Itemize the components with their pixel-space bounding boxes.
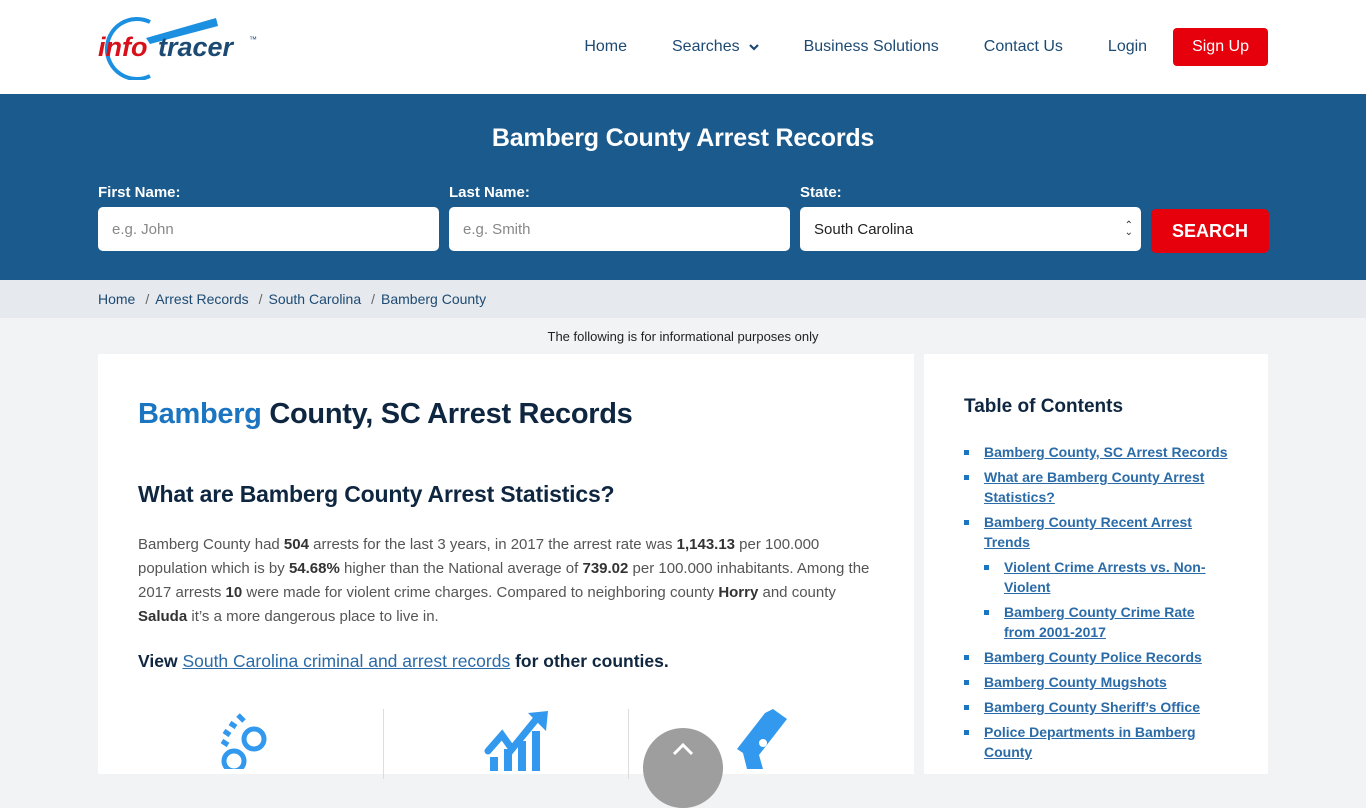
- title-county-accent: Bamberg: [138, 398, 262, 430]
- stats-paragraph: Bamberg County had 504 arrests for the l…: [138, 533, 874, 629]
- toc-link-sheriffs-office[interactable]: Bamberg County Sheriff’s Office: [984, 699, 1200, 715]
- breadcrumb-south-carolina[interactable]: South Carolina: [269, 291, 362, 307]
- view-other-counties: View South Carolina criminal and arrest …: [138, 651, 874, 672]
- toc-link-police-records[interactable]: Bamberg County Police Records: [984, 649, 1202, 665]
- stat-county-1: Horry: [718, 584, 759, 601]
- view-prefix: View: [138, 651, 183, 671]
- article-card: Bamberg County, SC Arrest Records What a…: [98, 354, 914, 779]
- infotracer-logo[interactable]: info tracer ™: [98, 14, 263, 81]
- nav-searches[interactable]: Searches: [672, 38, 759, 56]
- nav-login-label: Login: [1107, 38, 1148, 55]
- toc-item: Bamberg County Mugshots: [964, 672, 1228, 692]
- breadcrumb-separator: /: [258, 291, 263, 307]
- main-nav: Home Searches Business Solutions Contact…: [584, 28, 1268, 66]
- chevron-down-icon: [748, 44, 759, 51]
- handgun-icon: [737, 709, 788, 769]
- toc-link-recent-trends[interactable]: Bamberg County Recent Arrest Trends: [984, 514, 1192, 550]
- nav-contact-us[interactable]: Contact Us: [984, 38, 1063, 56]
- toc-link-arrest-records[interactable]: Bamberg County, SC Arrest Records: [984, 444, 1228, 460]
- trends-icon-col: [382, 709, 629, 779]
- search-form: First Name: Last Name: State: South Caro…: [98, 184, 1269, 253]
- toc-link-mugshots[interactable]: Bamberg County Mugshots: [984, 674, 1167, 690]
- state-selected-value: South Carolina: [814, 220, 914, 238]
- toc-link-police-departments[interactable]: Police Departments in Bamberg County: [984, 724, 1196, 760]
- search-hero: Bamberg County Arrest Records First Name…: [0, 94, 1366, 280]
- article-title: Bamberg County, SC Arrest Records: [138, 398, 874, 431]
- stat-icons-row: [138, 709, 874, 779]
- breadcrumb-bamberg-county[interactable]: Bamberg County: [381, 291, 486, 307]
- toc-subitem: Violent Crime Arrests vs. Non-Violent: [984, 557, 1228, 597]
- select-updown-icon: ⌃ ⌄: [1124, 220, 1133, 238]
- stats-text: Bamberg County had: [138, 536, 284, 553]
- first-name-group: First Name:: [98, 184, 439, 253]
- chevron-up-icon: [672, 742, 694, 756]
- nav-contact-label: Contact Us: [983, 38, 1063, 55]
- breadcrumb: Home / Arrest Records / South Carolina /…: [0, 280, 1366, 318]
- toc-item: Bamberg County, SC Arrest Records: [964, 442, 1228, 462]
- nav-home-label: Home: [584, 38, 627, 55]
- page-title: Bamberg County Arrest Records: [491, 124, 875, 152]
- info-notice: The following is for informational purpo…: [547, 329, 819, 344]
- nav-business-label: Business Solutions: [803, 38, 939, 55]
- stat-percent: 54.68%: [288, 560, 340, 577]
- toc-link-statistics[interactable]: What are Bamberg County Arrest Statistic…: [984, 469, 1204, 505]
- last-name-group: Last Name:: [449, 184, 790, 253]
- stats-heading: What are Bamberg County Arrest Statistic…: [138, 481, 615, 507]
- stats-text: it’s a more dangerous place to live in.: [187, 608, 439, 625]
- stats-text: arrests for the last 3 years, in 2017 th…: [308, 536, 677, 553]
- title-rest: County, SC Arrest Records: [261, 398, 633, 430]
- svg-text:™: ™: [249, 35, 257, 44]
- first-name-label: First Name:: [98, 184, 181, 201]
- logo-magnifier-icon: info tracer ™: [98, 17, 257, 81]
- svg-text:info: info: [98, 32, 147, 62]
- toc-subitem: Bamberg County Crime Rate from 2001-2017: [984, 602, 1228, 642]
- toc-link-violent-vs-nonviolent[interactable]: Violent Crime Arrests vs. Non-Violent: [1004, 559, 1206, 595]
- breadcrumb-arrest-records[interactable]: Arrest Records: [155, 291, 248, 307]
- nav-login[interactable]: Login: [1108, 38, 1147, 56]
- state-group: State: South Carolina ⌃ ⌄: [800, 184, 1141, 253]
- stats-text: and county: [758, 584, 836, 601]
- stat-rate: 1,143.13: [676, 536, 736, 553]
- nav-business-solutions[interactable]: Business Solutions: [804, 38, 939, 56]
- state-label: State:: [800, 184, 842, 201]
- first-name-input[interactable]: [98, 207, 439, 251]
- breadcrumb-separator: /: [371, 291, 376, 307]
- scroll-to-top-button[interactable]: [643, 728, 723, 808]
- stat-arrests: 504: [283, 536, 309, 553]
- nav-searches-label: Searches: [672, 38, 740, 55]
- signup-button[interactable]: Sign Up: [1173, 28, 1268, 66]
- stats-text: were made for violent crime charges. Com…: [242, 584, 719, 601]
- toc-item: Bamberg County Sheriff’s Office: [964, 697, 1228, 717]
- last-name-label: Last Name:: [449, 184, 530, 201]
- state-records-link[interactable]: South Carolina criminal and arrest recor…: [182, 651, 510, 671]
- svg-text:tracer: tracer: [158, 32, 235, 62]
- toc-title: Table of Contents: [964, 396, 1124, 417]
- toc-item: What are Bamberg County Arrest Statistic…: [964, 467, 1228, 507]
- search-button[interactable]: SEARCH: [1151, 209, 1269, 253]
- breadcrumb-home[interactable]: Home: [98, 291, 135, 307]
- site-header: info tracer ™ Home Searches Business Sol…: [0, 0, 1366, 94]
- handcuffs-icon: [220, 713, 267, 769]
- last-name-input[interactable]: [449, 207, 790, 251]
- breadcrumb-separator: /: [145, 291, 150, 307]
- toc-item: Bamberg County Recent Arrest Trends: [964, 512, 1228, 552]
- arrests-icon-col: [138, 709, 383, 779]
- stat-national: 739.02: [582, 560, 629, 577]
- stat-county-2: Saluda: [138, 608, 188, 625]
- stat-violent: 10: [225, 584, 243, 601]
- table-of-contents: Table of Contents Bamberg County, SC Arr…: [924, 354, 1268, 774]
- nav-home[interactable]: Home: [584, 38, 627, 56]
- rising-chart-icon: [484, 711, 548, 771]
- stats-text: higher than the National average of: [339, 560, 583, 577]
- toc-list: Bamberg County, SC Arrest Records What a…: [964, 442, 1228, 762]
- toc-link-crime-rate[interactable]: Bamberg County Crime Rate from 2001-2017: [1004, 604, 1195, 640]
- state-select[interactable]: South Carolina ⌃ ⌄: [800, 207, 1141, 251]
- toc-item: Bamberg County Police Records: [964, 647, 1228, 667]
- view-suffix: for other counties.: [510, 651, 669, 671]
- toc-item: Police Departments in Bamberg County: [964, 722, 1228, 762]
